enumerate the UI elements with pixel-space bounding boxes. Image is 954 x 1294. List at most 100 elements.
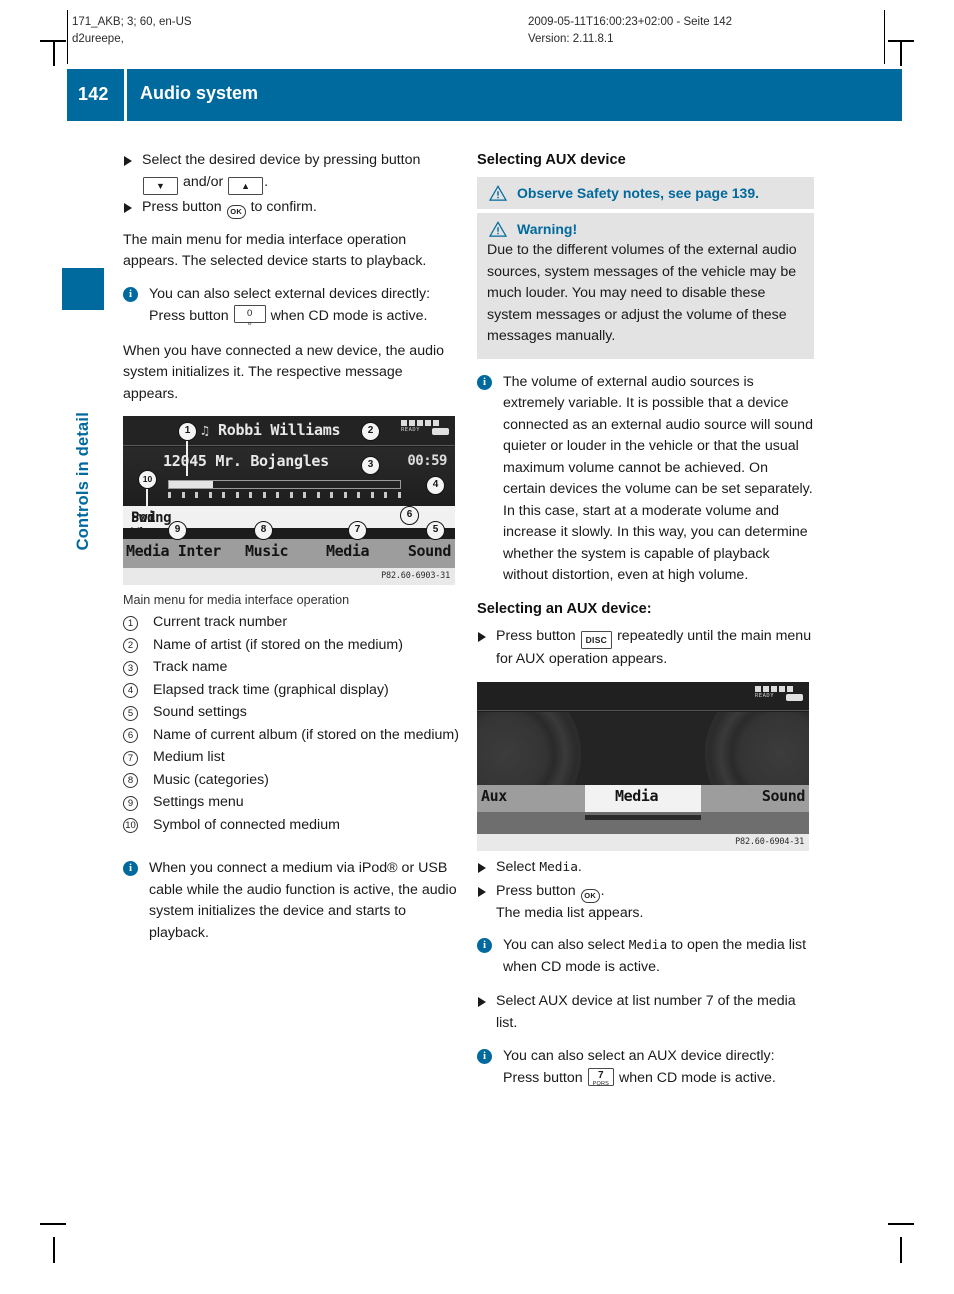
key-up-icon: ▲ — [228, 176, 264, 195]
legend-number: 7 — [123, 750, 138, 766]
step-select-media: Select Media. — [477, 857, 814, 879]
bullet-triangle-icon — [124, 202, 132, 213]
legend-item: 5 Sound settings — [123, 702, 460, 724]
legend-item: 8 Music (categories) — [123, 770, 460, 792]
safety-notes-text[interactable]: Observe Safety notes, see page 139. — [517, 185, 759, 201]
step-list-aux-select: Select Media. Press button OK. The media… — [477, 857, 814, 924]
lcd-aux-footer-highlight — [585, 815, 701, 820]
speaker-graphic-left-icon — [477, 712, 581, 795]
step-press-ok-aux-sub: The media list appears. — [496, 904, 644, 921]
callout-line-1 — [186, 438, 188, 476]
step-press-ok-aux: Press button OK. The media list appears. — [477, 881, 814, 925]
callout-9: 9 — [168, 521, 187, 540]
safety-notes-head: Observe Safety notes, see page 139. — [487, 183, 804, 203]
page-title: Audio system — [140, 83, 259, 103]
warning-box: Warning! Due to the different volumes of… — [477, 213, 814, 359]
step-press-ok: Press button OK to confirm. — [123, 197, 460, 219]
figure-1-credit: P82.60-6903-31 — [123, 568, 455, 585]
step-press-disc: Press button DISC repeatedly until the m… — [477, 626, 814, 671]
header-rule-left — [67, 10, 69, 64]
ok-button-icon: OK — [580, 888, 600, 903]
legend-text: Current track number — [153, 614, 288, 630]
lcd-screen-aux: READY Aux Media Sound — [477, 682, 809, 834]
lcd-progress-fill — [169, 481, 213, 488]
figure-2-credit: P82.60-6904-31 — [477, 834, 809, 851]
note-external-post: when CD mode is active. — [270, 308, 428, 324]
legend-text: Music (categories) — [153, 771, 269, 788]
legend-item: 6 Name of current album (if stored on the… — [123, 725, 460, 747]
legend-number: 8 — [123, 773, 138, 788]
step-select-aux-list: Select AUX device at list number 7 of th… — [477, 991, 814, 1034]
lcd-menu-sound: Sound — [407, 542, 452, 560]
info-icon: i — [123, 861, 138, 876]
step-select-device: Select the desired device by pressing bu… — [123, 150, 460, 195]
step-select-media-post: . — [577, 859, 582, 875]
lcd-track-ticks — [168, 492, 401, 498]
lcd-elapsed-time: 00:59 — [407, 453, 447, 469]
media-slot-icon — [786, 694, 803, 701]
callout-2: 2 — [361, 422, 380, 441]
callout-line-10 — [146, 486, 148, 508]
key-zero-bottom: ␣ — [247, 319, 252, 325]
legend-number: 2 — [123, 638, 138, 653]
key-seven-letters: PQRS — [592, 1080, 609, 1087]
step-select-device-conj: and/or — [182, 173, 224, 190]
header-job-info: 171_AKB; 3; 60, en-US d2ureepe, — [72, 14, 192, 48]
lcd-menu-media-inter: Media Inter — [126, 542, 221, 560]
media-slot-icon — [432, 428, 449, 435]
note-ipod-usb-text: When you connect a medium via iPod® or U… — [149, 860, 457, 941]
step-press-disc-pre: Press button — [496, 627, 576, 644]
key-zero-top: 0 — [246, 308, 253, 319]
bullet-triangle-icon — [478, 997, 486, 1007]
lcd-menu-bar: Media Inter Music Media Sound — [123, 539, 455, 568]
header-rule-right — [884, 10, 886, 64]
legend-item: 9 Settings menu — [123, 792, 460, 814]
legend-text: Symbol of connected medium — [153, 816, 340, 833]
lcd-aux-status-indicator: READY — [755, 686, 803, 706]
lcd-track-name: Mr. Bojangles — [215, 452, 329, 470]
legend-number: 10 — [123, 818, 138, 833]
legend-text: Elapsed track time (graphical display) — [153, 681, 389, 698]
header-timestamp: 2009-05-11T16:00:23+02:00 - Seite 142 — [528, 16, 733, 28]
lcd-menu-music: Music — [245, 542, 289, 560]
step-select-device-text: Select the desired device by pressing bu… — [142, 152, 421, 168]
lcd-progress-bar — [168, 480, 401, 489]
header-job-line2: d2ureepe, — [72, 33, 124, 45]
note-volume-variable: i The volume of external audio sources i… — [477, 372, 814, 587]
key-down-icon: ▼ — [143, 176, 178, 195]
crop-mark-bottom-left-v — [53, 1237, 55, 1263]
speaker-graphic-right-icon — [705, 712, 809, 795]
legend-item: 4 Elapsed track time (graphical display) — [123, 680, 460, 702]
disc-button-icon: DISC — [580, 630, 613, 649]
lcd-aux-menu-bar: Aux Media Sound — [477, 785, 809, 812]
info-icon: i — [477, 938, 492, 953]
lcd-artist-name: Robbi Williams — [218, 421, 341, 439]
figure-1-caption: Main menu for media interface operation — [123, 593, 350, 607]
step-press-ok-aux-post: . — [600, 882, 605, 899]
manual-page: 171_AKB; 3; 60, en-US d2ureepe, 2009-05-… — [0, 0, 954, 1294]
note-ipod-usb: i When you connect a medium via iPod® or… — [123, 858, 460, 944]
crop-mark-bottom-left — [40, 1223, 66, 1225]
lcd-screen-media-interface: ♫ Robbi Williams READY 12045 Mr. Bojangl… — [123, 416, 455, 568]
lcd-menu-media: Media — [326, 542, 370, 560]
callout-6: 6 — [400, 506, 419, 525]
page-title-band: 142 Audio system — [67, 69, 902, 121]
key-zero-icon: 0 ␣ — [233, 305, 266, 325]
signal-dots-icon — [401, 420, 449, 426]
legend-number: 4 — [123, 683, 138, 698]
step-press-ok-pre: Press button — [142, 198, 222, 215]
heading-selecting-an-aux-device: Selecting an AUX device: — [477, 600, 652, 617]
legend-text: Medium list — [153, 749, 225, 765]
callout-3: 3 — [361, 456, 380, 475]
legend-item: 2 Name of artist (if stored on the medium… — [123, 635, 460, 657]
legend-number: 3 — [123, 660, 138, 676]
lcd-aux-menu-sound: Sound — [761, 787, 806, 805]
legend-number: 6 — [123, 728, 138, 743]
legend-text: Name of artist (if stored on the medium) — [153, 636, 403, 653]
note-select-media: i You can also select Media to open the … — [477, 935, 814, 978]
bullet-triangle-icon — [478, 631, 486, 642]
note-aux-direct-post: when CD mode is active. — [618, 1069, 776, 1086]
ok-button-icon: OK — [226, 204, 246, 219]
lcd-aux-menu-aux: Aux — [481, 787, 507, 805]
note-select-external-devices: i You can also select external devices d… — [123, 284, 460, 328]
